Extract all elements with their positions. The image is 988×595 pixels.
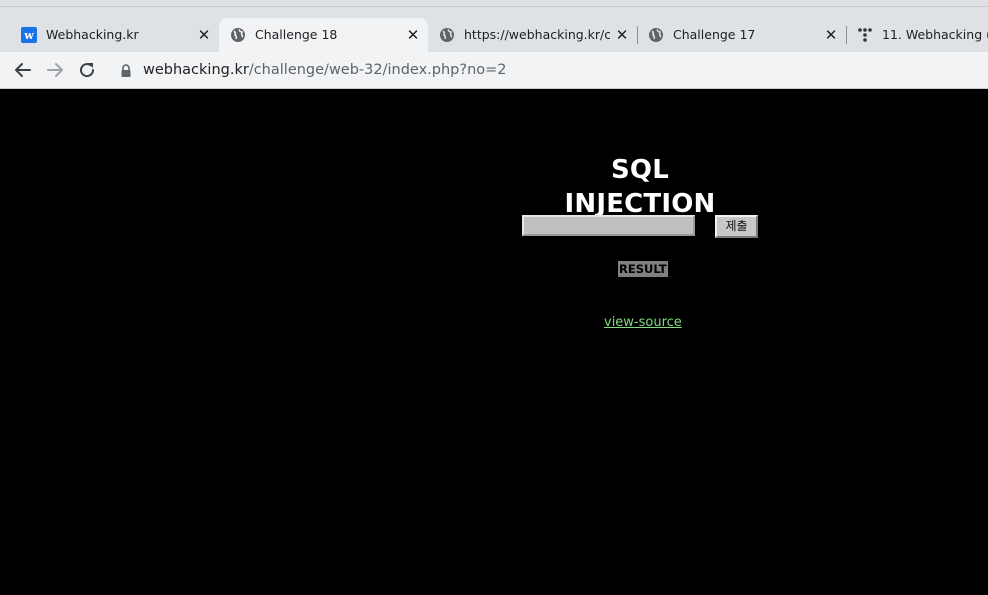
globe-icon: [648, 27, 664, 43]
svg-text:w: w: [23, 29, 34, 42]
back-arrow-icon[interactable]: [11, 58, 35, 82]
page-title: SQL INJECTION: [564, 155, 716, 219]
webhacking-favicon-icon: w: [21, 27, 37, 43]
tistory-dots-icon: [857, 27, 873, 43]
page-content: SQL INJECTION 제출 RESULT view-source: [0, 89, 988, 595]
globe-icon: [439, 27, 455, 43]
tab-challenge-18[interactable]: Challenge 18 ✕: [219, 18, 428, 52]
tab-challenge-17[interactable]: Challenge 17 ✕: [637, 18, 846, 52]
tab-webhacking-url[interactable]: https://webhacking.kr/chal ✕: [428, 18, 637, 52]
tab-close-icon[interactable]: ✕: [195, 26, 213, 44]
url-text[interactable]: webhacking.kr/challenge/web-32/index.php…: [143, 61, 507, 79]
tab-webhacking[interactable]: w Webhacking.kr ✕: [10, 18, 219, 52]
result-label: RESULT: [618, 261, 668, 277]
lock-icon[interactable]: [120, 63, 132, 77]
submit-button[interactable]: 제출: [715, 215, 758, 238]
url-host: webhacking.kr: [143, 62, 249, 78]
tab-title: Webhacking.kr: [46, 27, 139, 42]
tab-title: Challenge 18: [255, 27, 338, 42]
address-bar[interactable]: webhacking.kr/challenge/web-32/index.php…: [110, 56, 988, 84]
tab-close-icon[interactable]: ✕: [404, 26, 422, 44]
forward-arrow-icon[interactable]: [43, 58, 67, 82]
globe-icon: [230, 27, 246, 43]
url-path: /challenge/web-32/index.php?no=2: [248, 62, 507, 78]
reload-icon[interactable]: [75, 58, 99, 82]
tab-webhacking-writeup[interactable]: 11. Webhacking (ch: [846, 18, 988, 52]
navigation-toolbar: webhacking.kr/challenge/web-32/index.php…: [0, 52, 988, 89]
tab-close-icon[interactable]: ✕: [822, 26, 840, 44]
tab-title: Challenge 17: [673, 27, 756, 42]
browser-chrome: w Webhacking.kr ✕ Challenge 18 ✕ https:/…: [0, 0, 988, 89]
tab-title: 11. Webhacking (ch: [882, 27, 988, 42]
tab-title: https://webhacking.kr/chal: [464, 27, 610, 42]
window-top-border: [0, 6, 988, 7]
view-source-link[interactable]: view-source: [604, 315, 682, 331]
query-input[interactable]: [522, 215, 695, 236]
tab-strip: w Webhacking.kr ✕ Challenge 18 ✕ https:/…: [0, 0, 988, 52]
tab-close-icon[interactable]: ✕: [613, 26, 631, 44]
